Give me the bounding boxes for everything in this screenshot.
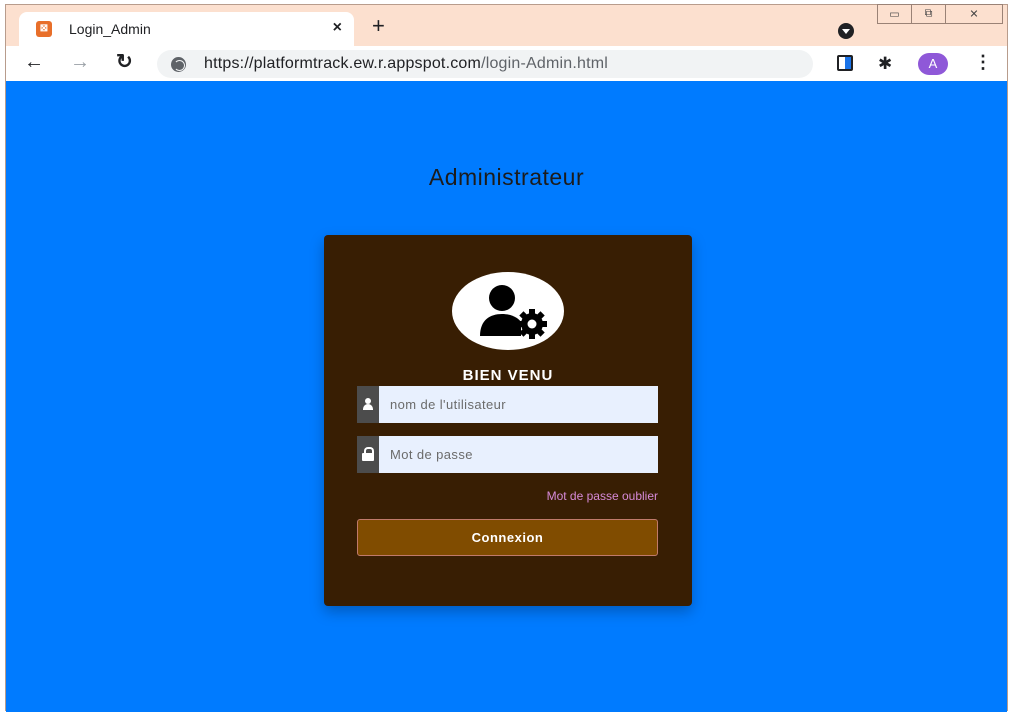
- minimize-button[interactable]: ▭: [877, 4, 912, 24]
- reload-button[interactable]: ↻: [116, 51, 133, 73]
- login-button[interactable]: Connexion: [357, 519, 658, 556]
- tab-search-icon[interactable]: [838, 23, 854, 39]
- welcome-heading: BIEN VENU: [462, 367, 554, 384]
- close-window-button[interactable]: ✕: [945, 4, 1003, 24]
- forgot-password-link[interactable]: Mot de passe oublier: [547, 489, 658, 503]
- forward-button[interactable]: →: [70, 51, 90, 73]
- browser-toolbar: ← → ↻ https://platformtrack.ew.r.appspot…: [6, 46, 1007, 81]
- xampp-favicon-icon: ⊠: [36, 21, 52, 37]
- lock-icon: [362, 447, 374, 461]
- browser-tab[interactable]: ⊠ Login_Admin ×: [19, 12, 354, 46]
- browser-window: ⊠ Login_Admin × + ▭ ⧉ ✕ ← → ↻ https://pl…: [5, 4, 1008, 712]
- password-addon: [357, 436, 379, 473]
- close-icon: ✕: [969, 8, 979, 21]
- login-card: BIEN VENU Mot de passe oublier Connexion: [324, 235, 692, 606]
- minimize-icon: ▭: [889, 8, 900, 21]
- url-path: /login-Admin.html: [481, 55, 609, 72]
- password-input[interactable]: [379, 436, 658, 473]
- new-tab-button[interactable]: +: [372, 15, 385, 37]
- back-button[interactable]: ←: [24, 51, 44, 73]
- url-text[interactable]: https://platformtrack.ew.r.appspot.com/l…: [204, 55, 608, 73]
- window-controls: ▭ ⧉ ✕: [877, 4, 1003, 24]
- username-field: [357, 386, 658, 423]
- page-viewport: Administrateur BIEN VENU nom de l'utilis…: [6, 81, 1007, 712]
- address-bar[interactable]: https://platformtrack.ew.r.appspot.com/l…: [157, 50, 813, 78]
- globe-icon[interactable]: [171, 57, 186, 72]
- extensions-puzzle-icon[interactable]: ✱: [878, 54, 892, 74]
- user-icon: [362, 398, 374, 410]
- restore-button[interactable]: ⧉: [911, 4, 946, 24]
- title-bar: ⊠ Login_Admin × + ▭ ⧉ ✕: [6, 4, 1007, 46]
- admin-user-gear-icon: [480, 285, 547, 339]
- profile-avatar[interactable]: A: [918, 53, 948, 75]
- url-host: https://platformtrack.ew.r.appspot.com: [204, 55, 482, 72]
- password-field: [357, 436, 658, 473]
- restore-icon: ⧉: [924, 7, 933, 20]
- close-tab-icon[interactable]: ×: [333, 19, 342, 37]
- reading-mode-icon[interactable]: [837, 55, 853, 71]
- browser-menu-icon[interactable]: ⋮: [974, 52, 992, 73]
- page-title: Administrateur: [428, 164, 585, 190]
- username-input[interactable]: [379, 386, 658, 423]
- username-addon: [357, 386, 379, 423]
- avatar-circle: [452, 272, 564, 350]
- tab-title: Login_Admin: [69, 21, 151, 37]
